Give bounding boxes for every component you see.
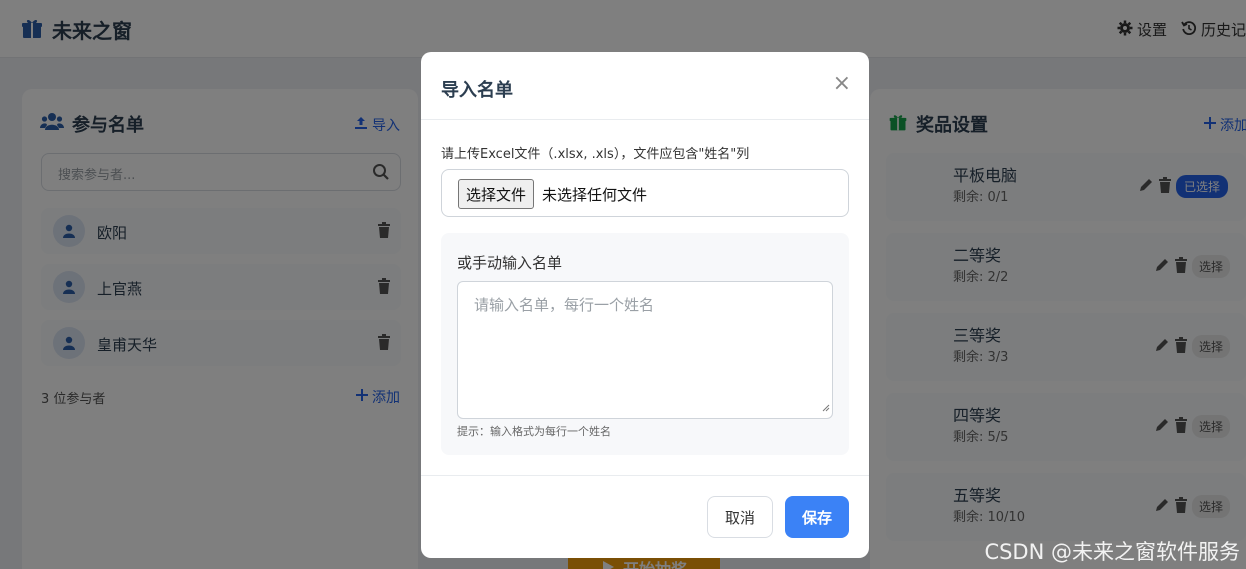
names-textarea[interactable]: 请输入名单，每行一个姓名: [457, 281, 833, 419]
manual-entry-tip: 提示：输入格式为每行一个姓名: [457, 425, 611, 438]
manual-entry-section: 或手动输入名单 请输入名单，每行一个姓名 提示：输入格式为每行一个姓名: [441, 233, 849, 455]
modal-header: 导入名单 ×: [421, 52, 869, 120]
import-modal: 导入名单 × 请上传Excel文件（.xlsx, .xls），文件应包含"姓名"…: [421, 52, 869, 558]
watermark: CSDN @未来之窗软件服务: [984, 540, 1240, 564]
resize-handle-icon[interactable]: [822, 397, 830, 416]
names-textarea-placeholder: 请输入名单，每行一个姓名: [474, 296, 655, 314]
file-input[interactable]: 选择文件 未选择任何文件: [441, 169, 849, 217]
save-button[interactable]: 保存: [785, 496, 849, 538]
upload-hint: 请上传Excel文件（.xlsx, .xls），文件应包含"姓名"列: [441, 147, 750, 162]
footer-divider: [421, 475, 869, 476]
manual-entry-label: 或手动输入名单: [457, 254, 563, 272]
close-icon[interactable]: ×: [833, 72, 851, 96]
file-status: 未选择任何文件: [542, 186, 648, 204]
cancel-button[interactable]: 取消: [707, 496, 773, 538]
choose-file-button[interactable]: 选择文件: [458, 179, 535, 209]
modal-title: 导入名单: [441, 80, 513, 101]
